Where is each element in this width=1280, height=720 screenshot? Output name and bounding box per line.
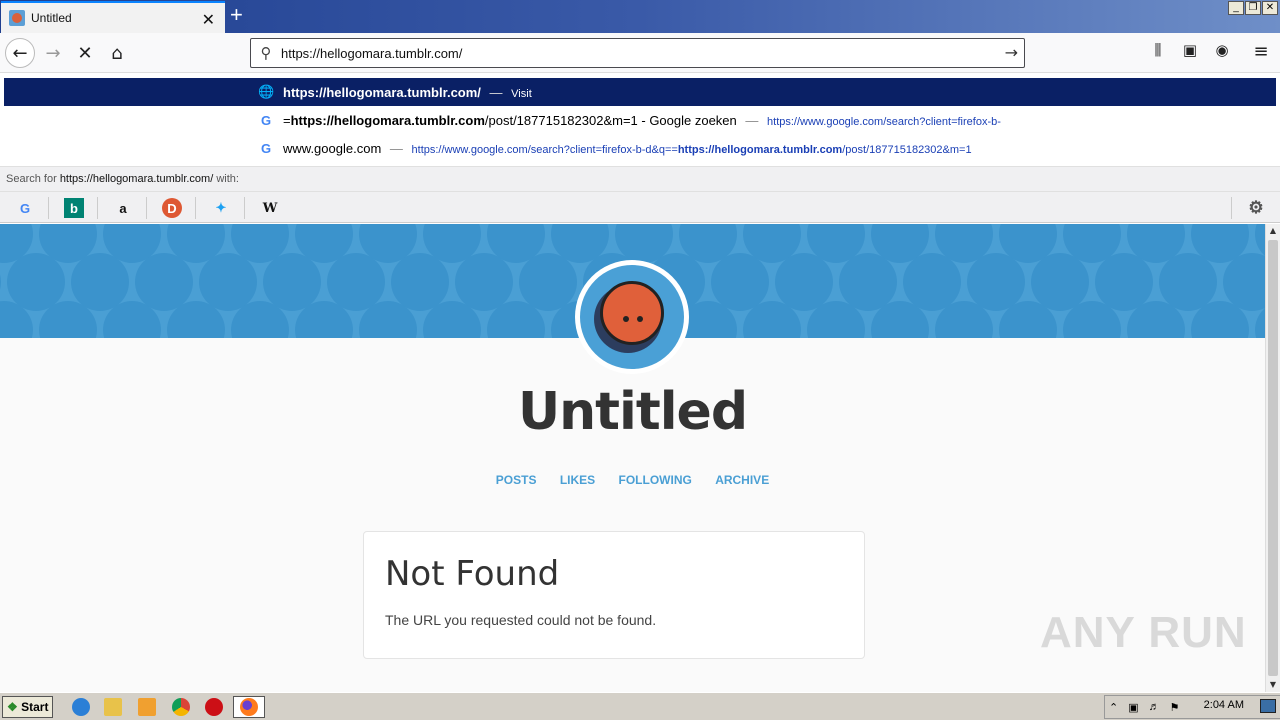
wikipedia-engine-icon[interactable]: W [260, 198, 280, 218]
avatar-eye [637, 316, 643, 322]
tray-expand-icon[interactable]: ⌃ [1109, 701, 1118, 714]
sidebar-icon[interactable]: ▣ [1178, 41, 1202, 65]
separator: — [389, 140, 403, 156]
home-button[interactable]: ⌂ [102, 38, 132, 68]
media-player-icon[interactable] [138, 698, 156, 716]
divider [244, 197, 245, 219]
suggestion-url-rest: /post/187715182302&m=1 [842, 143, 972, 156]
divider [146, 197, 147, 219]
blog-nav: POSTS LIKES FOLLOWING ARCHIVE [0, 473, 1265, 487]
tab-close-icon[interactable]: ✕ [202, 10, 215, 30]
suggestion-url: https://www.google.com/search?client=fir… [767, 115, 1001, 128]
suggestion-prefix: = [283, 112, 291, 128]
firefox-icon [240, 698, 258, 716]
taskbar: ❖ Start ⌃ ▣ ♬ ⚑ 2:04 AM [0, 692, 1280, 720]
file-explorer-icon[interactable] [104, 698, 122, 716]
avatar-eye [623, 316, 629, 322]
firefox-taskbar-button[interactable] [233, 696, 265, 718]
back-button[interactable]: ← [5, 38, 35, 68]
suggestion-url: https://hellogomara.tumblr.com/ [283, 84, 481, 100]
separator: — [489, 84, 503, 100]
suggestion-google-com[interactable]: G www.google.com — https://www.google.co… [4, 134, 1276, 162]
scroll-up-icon[interactable]: ▲ [1266, 224, 1280, 238]
forward-button[interactable]: → [38, 38, 68, 68]
clock: 2:04 AM [1203, 699, 1244, 711]
search-for-query: https://hellogomara.tumblr.com/ [59, 173, 214, 185]
windows-logo-icon: ❖ [7, 700, 18, 714]
tumblr-favicon-icon [9, 10, 25, 26]
search-for-prefix: Search for [6, 173, 57, 185]
internet-explorer-icon[interactable] [72, 698, 90, 716]
url-input[interactable] [281, 45, 981, 61]
opera-icon[interactable] [205, 698, 223, 716]
network-icon[interactable]: ▣ [1128, 701, 1138, 714]
suggestion-url-bold: https://hellogomara.tumblr.com [677, 143, 843, 156]
tab-untitled[interactable]: Untitled ✕ [1, 1, 225, 33]
go-arrow-icon[interactable]: → [1005, 43, 1018, 62]
amazon-engine-icon[interactable]: a [113, 198, 133, 218]
google-icon: G [260, 112, 272, 128]
avatar[interactable] [580, 265, 684, 369]
nav-following-link[interactable]: FOLLOWING [619, 473, 692, 487]
anyrun-watermark: ANY RUN [1040, 608, 1247, 657]
nav-posts-link[interactable]: POSTS [496, 473, 537, 487]
close-window-button[interactable]: ✕ [1262, 1, 1278, 15]
stop-button[interactable]: ✕ [70, 38, 100, 68]
minimize-button[interactable]: _ [1228, 1, 1244, 15]
bing-engine-icon[interactable]: b [64, 198, 84, 218]
library-icon[interactable]: ⫼ [1146, 41, 1170, 65]
tab-title: Untitled [31, 11, 72, 25]
start-label: Start [21, 700, 49, 714]
search-for-label: Search for https://hellogomara.tumblr.co… [0, 166, 1280, 191]
volume-icon[interactable]: ♬ [1149, 701, 1160, 713]
nav-likes-link[interactable]: LIKES [560, 473, 595, 487]
nav-archive-link[interactable]: ARCHIVE [715, 473, 769, 487]
account-icon[interactable]: ◉ [1210, 41, 1234, 65]
blog-title: Untitled [517, 382, 748, 442]
restore-button[interactable]: ❐ [1245, 1, 1261, 15]
search-engines-bar: G b a D ✦ W ⚙ [0, 191, 1280, 223]
start-button[interactable]: ❖ Start [2, 696, 53, 718]
vertical-scrollbar[interactable]: ▲ ▼ [1265, 224, 1280, 692]
suggestion-rest: /post/187715182302&m=1 - Google zoeken [484, 112, 737, 128]
divider [1231, 197, 1232, 219]
not-found-message: The URL you requested could not be found… [385, 612, 657, 628]
web-page: Untitled POSTS LIKES FOLLOWING ARCHIVE N… [0, 224, 1265, 692]
navigation-toolbar: ← → ✕ ⌂ ⚲ → ⫼ ▣ ◉ ≡ [0, 33, 1280, 73]
suggestion-visit[interactable]: 🌐 https://hellogomara.tumblr.com/ — Visi… [4, 78, 1276, 106]
twitter-engine-icon[interactable]: ✦ [211, 198, 231, 218]
scroll-thumb[interactable] [1268, 240, 1278, 676]
search-for-suffix: with: [216, 173, 239, 185]
screen: Untitled ✕ + _ ❐ ✕ ← → ✕ ⌂ ⚲ → ⫼ ▣ ◉ ≡ 🌐… [0, 0, 1280, 720]
divider [97, 197, 98, 219]
suggestion-url-prefix: https://www.google.com/search?client=fir… [411, 143, 678, 156]
flag-icon[interactable]: ⚑ [1170, 701, 1180, 714]
visit-label: Visit [511, 87, 532, 100]
not-found-card: Not Found The URL you requested could no… [363, 531, 865, 659]
divider [48, 197, 49, 219]
google-icon: G [260, 140, 272, 156]
address-bar[interactable]: ⚲ → [250, 38, 1025, 68]
new-tab-button[interactable]: + [230, 4, 243, 26]
window-controls: _ ❐ ✕ [1228, 1, 1278, 15]
scroll-down-icon[interactable]: ▼ [1266, 678, 1280, 692]
avatar-face [600, 281, 664, 345]
search-icon: ⚲ [260, 44, 272, 62]
url-suggestions: 🌐 https://hellogomara.tumblr.com/ — Visi… [0, 74, 1280, 166]
google-engine-icon[interactable]: G [15, 198, 35, 218]
chrome-icon[interactable] [172, 698, 190, 716]
suggestion-google-search[interactable]: G =https://hellogomara.tumblr.com/post/1… [4, 106, 1276, 134]
divider [195, 197, 196, 219]
not-found-title: Not Found [385, 554, 560, 594]
globe-icon: 🌐 [258, 84, 275, 99]
title-bar: Untitled ✕ + _ ❐ ✕ [0, 0, 1280, 33]
separator: — [745, 112, 759, 128]
suggestion-bold: https://hellogomara.tumblr.com [290, 112, 485, 128]
menu-icon[interactable]: ≡ [1249, 41, 1273, 65]
settings-gear-icon[interactable]: ⚙ [1246, 198, 1266, 218]
system-tray: ⌃ ▣ ♬ ⚑ [1104, 695, 1280, 719]
show-desktop-icon[interactable] [1260, 699, 1276, 713]
duckduckgo-engine-icon[interactable]: D [162, 198, 182, 218]
suggestion-title: www.google.com [283, 140, 382, 156]
